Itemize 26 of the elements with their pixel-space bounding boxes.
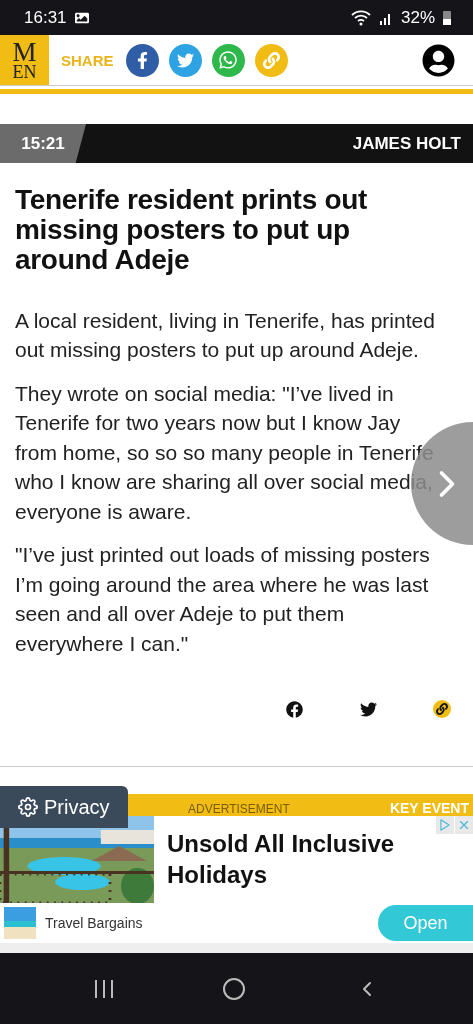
share-label: SHARE xyxy=(61,51,114,69)
twitter-share-icon[interactable] xyxy=(168,43,202,77)
home-icon[interactable] xyxy=(221,976,246,1001)
account-icon[interactable] xyxy=(422,43,455,77)
battery-percent: 32% xyxy=(400,7,435,28)
battery-icon xyxy=(443,10,451,25)
article-headline: Tenerife resident prints out missing posters to put up around Adeje xyxy=(15,185,369,276)
advertisement-label: ADVERTISEMENT xyxy=(188,802,290,817)
gear-icon xyxy=(18,797,38,817)
publish-time: 15:21 xyxy=(0,124,86,163)
privacy-button[interactable]: Privacy xyxy=(0,786,128,828)
key-event-label: KEY EVENT xyxy=(389,800,469,817)
status-time: 16:31 xyxy=(24,7,67,28)
author-name: JAMES HOLT xyxy=(352,132,462,155)
whatsapp-share-icon[interactable] xyxy=(211,43,245,77)
advertiser-name: Travel Bargains xyxy=(45,915,143,932)
image-icon xyxy=(74,10,89,25)
facebook-icon[interactable] xyxy=(285,700,303,719)
facebook-share-icon[interactable] xyxy=(125,43,159,77)
wifi-icon xyxy=(350,9,371,26)
twitter-icon[interactable] xyxy=(359,700,377,719)
site-logo[interactable]: M EN xyxy=(0,35,49,85)
article-paragraph: A local resident, living in Tenerife, has printed out missing posters to put up around Adeje. xyxy=(15,307,436,364)
link-icon[interactable] xyxy=(433,700,451,719)
article-paragraph: "I’ve just printed out loads of missing posters I’m going around the area where he was last seen and all over Adeje to put them everywhere I can." xyxy=(15,542,431,657)
recent-apps-icon[interactable] xyxy=(94,979,113,998)
